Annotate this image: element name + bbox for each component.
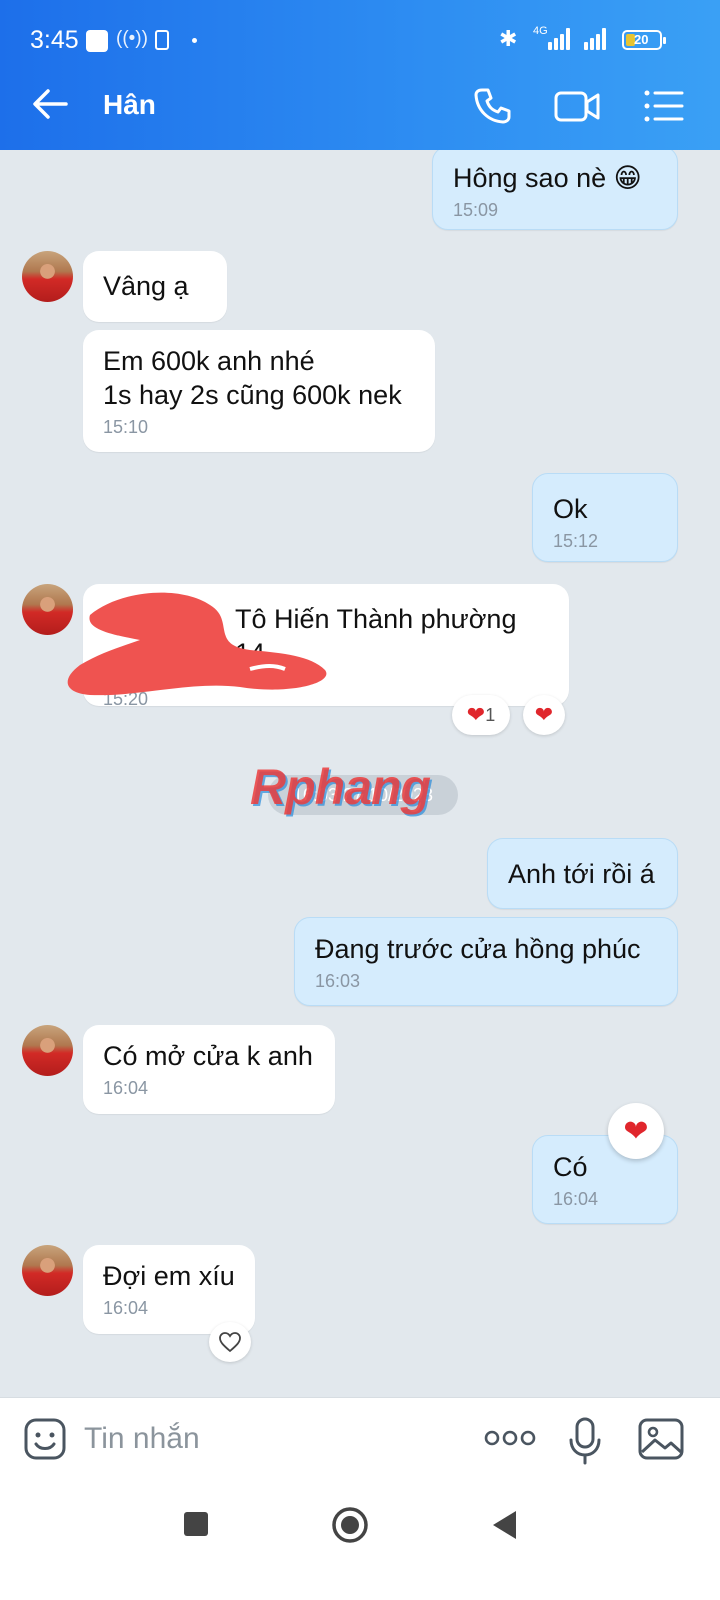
message-outgoing[interactable]: Đang trước cửa hồng phúc 16:03 <box>294 917 678 1006</box>
menu-icon[interactable] <box>640 82 688 130</box>
more-icon[interactable] <box>484 1428 536 1448</box>
status-bar: 3:45 ((•)) ✱ 4G 20 <box>0 0 720 62</box>
message-time: 16:03 <box>315 971 361 991</box>
avatar[interactable] <box>22 251 73 302</box>
react-button[interactable] <box>209 1322 251 1362</box>
message-text: Hông sao nè 😁 <box>453 163 642 193</box>
message-time: 15:10 <box>103 417 149 437</box>
message-composer: Tin nhắn <box>0 1397 720 1483</box>
message-text-line: Em 600k anh nhé <box>103 346 315 376</box>
phone-icon[interactable] <box>468 82 516 130</box>
message-outgoing[interactable]: Ok 15:12 <box>532 473 678 562</box>
heart-outline-icon <box>219 1332 241 1353</box>
hotspot-icon: ((•)) <box>116 28 148 49</box>
recents-button[interactable] <box>184 1512 208 1536</box>
message-list[interactable]: Hông sao nè 😁 15:09 Vâng ạ Em 600k anh n… <box>0 150 720 1425</box>
notification-icon <box>86 30 108 52</box>
system-nav-bar <box>0 1483 720 1600</box>
message-time: 15:12 <box>553 531 599 551</box>
message-time: 15:09 <box>453 200 499 220</box>
message-input[interactable]: Tin nhắn <box>84 1422 200 1456</box>
message-text: Đợi em xíu <box>103 1261 235 1291</box>
message-incoming[interactable]: Có mở cửa k anh 16:04 <box>83 1025 335 1114</box>
heart-icon: ❤ <box>466 702 486 727</box>
message-text: Anh tới rồi á <box>508 859 655 889</box>
message-text-line: 1s hay 2s cũng 600k nek <box>103 380 402 410</box>
chat-header: Hân <box>0 62 720 150</box>
network-type: 4G <box>533 25 548 37</box>
message-text: Có <box>553 1152 588 1182</box>
battery-level: 20 <box>634 32 649 47</box>
battery-saver-icon <box>155 30 169 50</box>
avatar[interactable] <box>22 1245 73 1296</box>
avatar[interactable] <box>22 1025 73 1076</box>
message-text: Có mở cửa k anh <box>103 1041 313 1071</box>
message-time: 16:04 <box>103 1078 149 1098</box>
message-text: Vâng ạ <box>103 271 189 301</box>
battery-icon: 20 <box>622 30 666 50</box>
message-time: 16:04 <box>103 1298 149 1318</box>
reaction-count: 1 <box>485 704 496 725</box>
back-arrow-icon[interactable] <box>30 84 70 124</box>
status-time: 3:45 <box>30 26 79 54</box>
home-button[interactable] <box>331 1506 369 1544</box>
more-notifications-icon <box>192 38 197 43</box>
heart-icon: ❤ <box>623 1114 649 1148</box>
contact-name[interactable]: Hân <box>103 89 156 121</box>
message-incoming[interactable]: Em 600k anh nhé 1s hay 2s cũng 600k nek … <box>83 330 435 452</box>
react-button[interactable]: ❤ <box>523 695 565 735</box>
video-icon[interactable] <box>553 82 601 130</box>
message-text: Ok <box>553 494 588 524</box>
heart-icon: ❤ <box>534 702 554 727</box>
bluetooth-icon: ✱ <box>499 26 518 51</box>
message-incoming[interactable]: Đợi em xíu 16:04 <box>83 1245 255 1334</box>
mic-icon[interactable] <box>567 1416 603 1466</box>
redaction-scribble <box>67 592 327 696</box>
message-outgoing[interactable]: Hông sao nè 😁 15:09 <box>432 150 678 230</box>
message-text: Đang trước cửa hồng phúc <box>315 934 641 964</box>
image-icon[interactable] <box>637 1416 685 1462</box>
sticker-icon[interactable] <box>22 1416 68 1462</box>
watermark-logo: Rphang <box>250 759 431 815</box>
back-button[interactable] <box>490 1509 518 1541</box>
message-incoming[interactable]: Vâng ạ <box>83 251 227 322</box>
message-outgoing[interactable]: Anh tới rồi á <box>487 838 678 909</box>
quick-react-button[interactable]: ❤ <box>608 1103 664 1159</box>
message-time: 16:04 <box>553 1189 599 1209</box>
reaction-summary[interactable]: ❤ 1 <box>452 695 510 735</box>
